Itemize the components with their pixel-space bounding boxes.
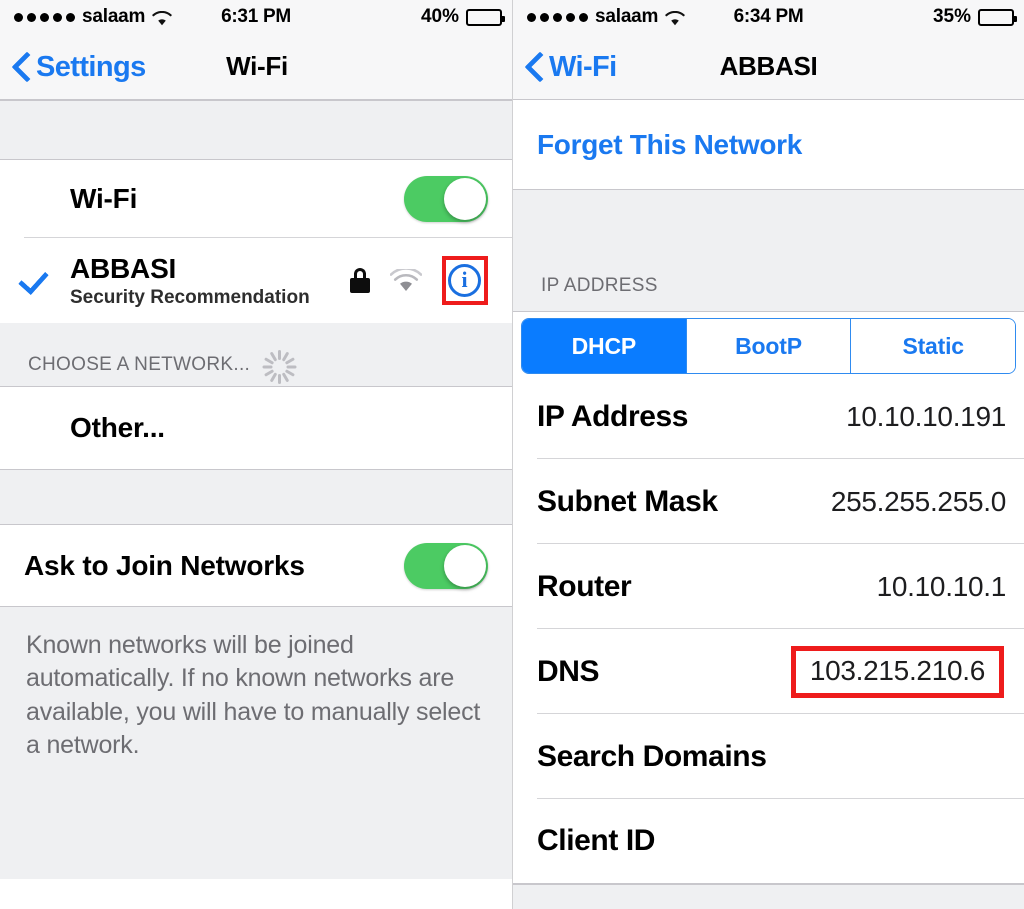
page-title: Wi-Fi [226, 51, 288, 81]
other-network-label: Other... [70, 412, 165, 443]
wifi-settings-panel: salaam 6:31 PM 40% Settings Wi-Fi Wi-Fi … [0, 0, 512, 909]
bottom-filler [513, 884, 1024, 909]
wifi-signal-icon [389, 266, 423, 293]
field-row-dns[interactable]: DNS 103.215.210.6 [513, 629, 1024, 714]
ip-address-section-label: IP ADDRESS [541, 275, 658, 296]
status-bar-right-group: 35% [932, 0, 1017, 34]
nav-bar-left: Settings Wi-Fi [0, 34, 512, 100]
field-row-subnet-mask[interactable]: Subnet Mask 255.255.255.0 [513, 459, 1024, 544]
field-value: 10.10.10.191 [846, 400, 1006, 432]
segment-bootp[interactable]: BootP [686, 319, 852, 373]
forget-this-network-button[interactable]: Forget This Network [513, 100, 1024, 190]
field-row-router[interactable]: Router 10.10.10.1 [513, 544, 1024, 629]
field-label: Search Domains [537, 739, 767, 773]
section-gap-top [0, 100, 512, 160]
info-circle-icon[interactable]: i [448, 263, 481, 297]
wifi-toggle-label: Wi-Fi [70, 183, 138, 214]
field-value: 255.255.255.0 [830, 485, 1006, 517]
other-network-row[interactable]: Other... [0, 387, 512, 469]
status-bar-right: salaam 6:34 PM 35% [513, 0, 1024, 34]
ask-to-join-toggle-switch[interactable] [404, 542, 488, 589]
battery-icon [978, 8, 1017, 26]
lock-icon [350, 268, 370, 293]
field-row-client-id[interactable]: Client ID [513, 799, 1024, 884]
status-bar-right-group: 40% [420, 0, 505, 34]
nav-bar-right: Wi-Fi ABBASI [513, 34, 1024, 100]
network-detail-panel: salaam 6:34 PM 35% Wi-Fi ABBASI Forget T… [512, 0, 1024, 909]
field-label: DNS [537, 654, 600, 688]
field-value: 10.10.10.1 [876, 570, 1007, 602]
wifi-toggle-switch[interactable] [404, 176, 488, 222]
battery-icon [466, 8, 505, 26]
checkmark-icon [22, 266, 48, 292]
network-row-abbasi[interactable]: ABBASI Security Recommendation i [0, 238, 512, 323]
ask-to-join-row[interactable]: Ask to Join Networks [0, 525, 512, 607]
battery-percent: 40% [420, 6, 459, 27]
segment-static[interactable]: Static [851, 319, 1015, 373]
battery-percent: 35% [932, 6, 971, 27]
network-subtitle: Security Recommendation [70, 286, 310, 308]
choose-a-network-header: CHOOSE A NETWORK... [0, 323, 512, 387]
field-row-search-domains[interactable]: Search Domains [513, 714, 1024, 799]
ip-config-segmented-control[interactable]: DHCP BootP Static [521, 318, 1016, 374]
wifi-footnote: Known networks will be joined automatica… [0, 607, 512, 879]
field-label: IP Address [537, 399, 689, 433]
field-row-ip-address[interactable]: IP Address 10.10.10.191 [513, 374, 1024, 459]
page-title: ABBASI [719, 51, 818, 81]
field-value-highlighted[interactable]: 103.215.210.6 [790, 645, 1004, 698]
status-bar-left: salaam 6:31 PM 40% [0, 0, 512, 34]
field-label: Subnet Mask [537, 484, 718, 518]
segment-dhcp[interactable]: DHCP [522, 319, 687, 373]
network-info-button-highlight[interactable]: i [442, 256, 488, 305]
forget-this-network-label: Forget This Network [537, 128, 802, 160]
field-label: Client ID [537, 824, 656, 857]
ip-config-segmented-wrap: DHCP BootP Static [513, 312, 1024, 374]
ask-to-join-label: Ask to Join Networks [24, 549, 305, 581]
wifi-toggle-row[interactable]: Wi-Fi [0, 160, 512, 238]
field-label: Router [537, 569, 632, 603]
section-gap-middle [0, 469, 512, 525]
choose-a-network-label: CHOOSE A NETWORK... [28, 354, 251, 375]
dual-screenshot: salaam 6:31 PM 40% Settings Wi-Fi Wi-Fi … [0, 0, 1024, 909]
loading-spinner-icon [262, 350, 297, 384]
ip-address-section-header: IP ADDRESS [513, 190, 1024, 312]
network-name: ABBASI [70, 252, 177, 284]
